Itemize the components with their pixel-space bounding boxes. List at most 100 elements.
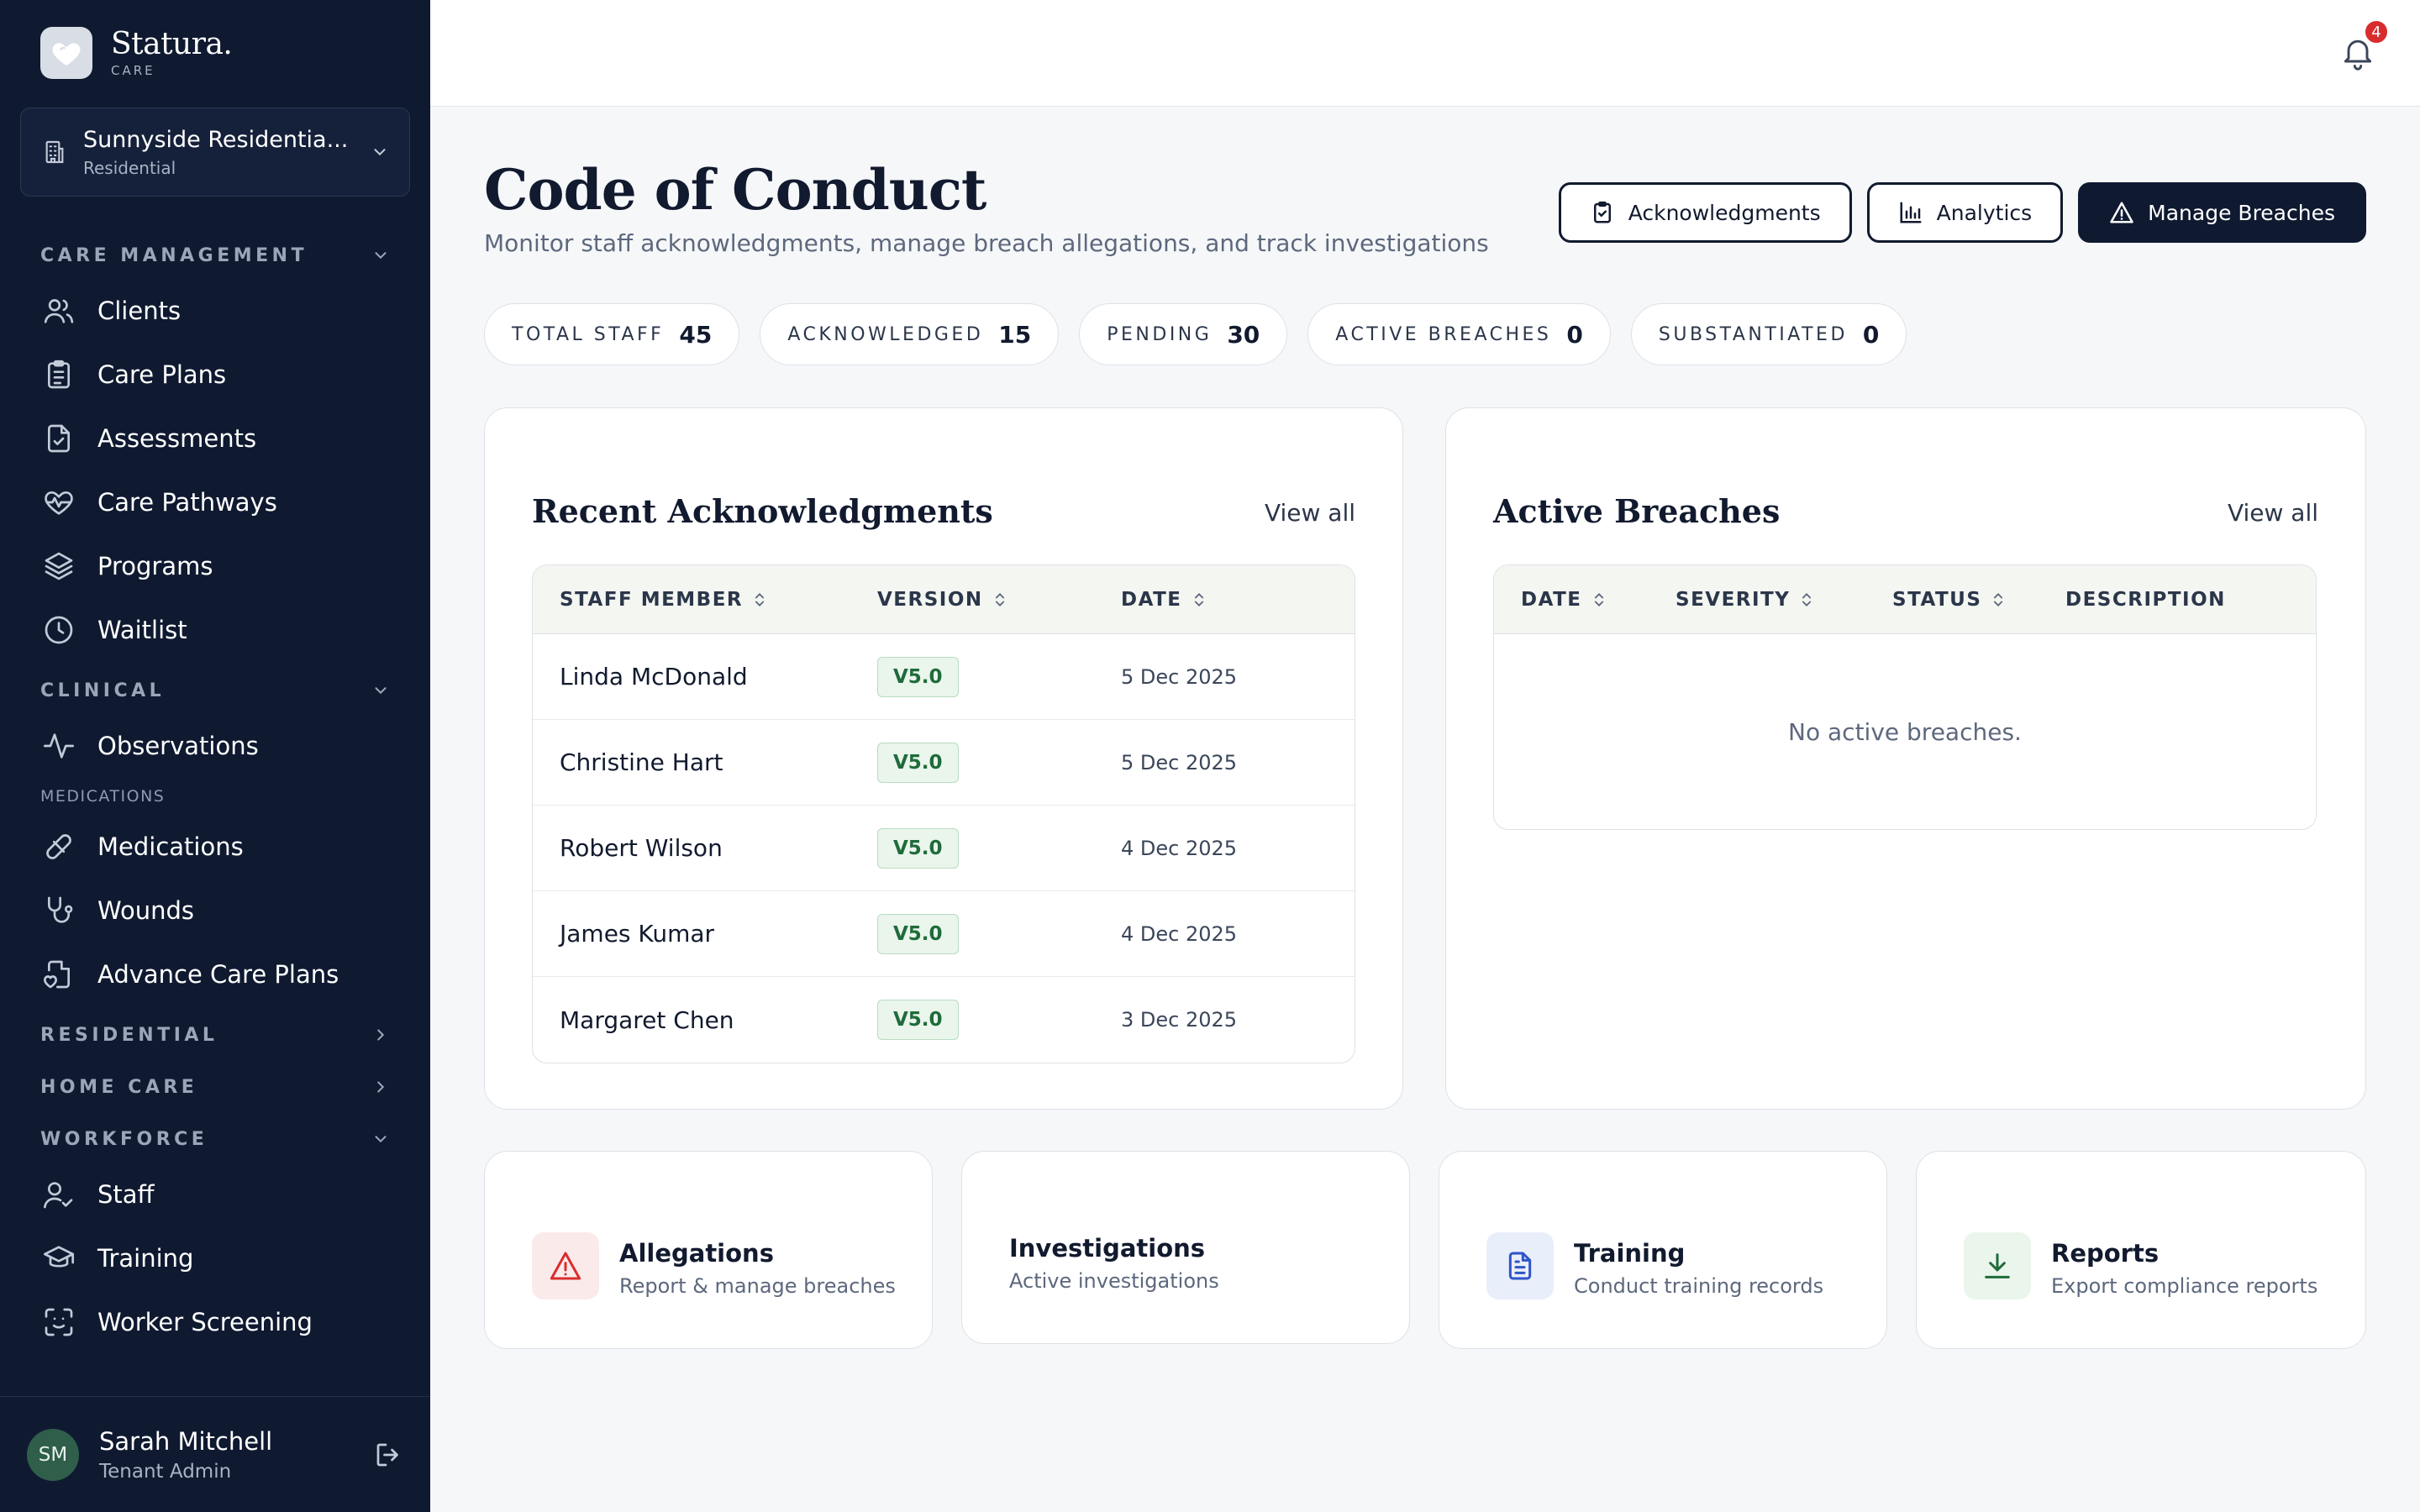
sidebar-item-waitlist[interactable]: Waitlist: [0, 598, 430, 662]
manage-breaches-button[interactable]: Manage Breaches: [2078, 182, 2366, 243]
version-badge: V5.0: [877, 913, 959, 954]
card-title: Recent Acknowledgments: [532, 492, 993, 530]
section-home-care[interactable]: HOME CARE: [0, 1063, 430, 1110]
table-row[interactable]: Linda McDonald V5.0 5 Dec 2025: [533, 634, 1355, 720]
column-date[interactable]: DATE: [1494, 589, 1676, 611]
version-badge: V5.0: [877, 742, 959, 783]
alert-triangle-icon: [2110, 202, 2133, 223]
sidebar: Statura. CARE Sunnyside Residentia... Re…: [0, 0, 430, 1512]
table-header: STAFF MEMBER VERSION DATE: [533, 565, 1355, 634]
top-bar: 4: [430, 0, 2420, 107]
view-all-breaches-link[interactable]: View all: [2228, 499, 2318, 527]
sidebar-nav: CARE MANAGEMENT Clients Care Plans Asses…: [0, 227, 430, 1391]
card-title: Active Breaches: [1493, 492, 1781, 530]
analytics-button[interactable]: Analytics: [1866, 182, 2064, 243]
clipboard-list-icon: [48, 360, 70, 389]
organization-select[interactable]: Sunnyside Residentia... Residential: [20, 108, 410, 197]
chevron-right-icon: [377, 1081, 385, 1093]
quick-card-title: Training: [1574, 1239, 1686, 1268]
brand[interactable]: Statura. CARE: [40, 27, 233, 79]
subsection-medications: MEDICATIONS: [40, 787, 166, 806]
sort-icon: [1994, 592, 2003, 606]
page-subtitle: Monitor staff acknowledgments, manage br…: [484, 229, 1489, 257]
logout-icon[interactable]: [373, 1440, 403, 1470]
bar-chart-icon: [1900, 202, 1922, 223]
acknowledgments-button[interactable]: Acknowledgments: [1558, 182, 1852, 243]
sidebar-item-care-pathways[interactable]: Care Pathways: [0, 470, 430, 534]
avatar: SM: [27, 1428, 79, 1481]
table-row[interactable]: James Kumar V5.0 4 Dec 2025: [533, 891, 1355, 977]
notification-badge: 4: [2363, 18, 2390, 45]
quick-card-subtitle: Report & manage breaches: [619, 1274, 896, 1298]
quick-card-allegations[interactable]: Allegations Report & manage breaches: [484, 1151, 933, 1349]
sort-icon: [755, 592, 765, 606]
download-icon: [1964, 1232, 2031, 1299]
sidebar-item-medications[interactable]: Medications: [0, 815, 430, 879]
recent-acknowledgments-card: Recent Acknowledgments View all STAFF ME…: [484, 407, 1403, 1110]
sidebar-item-worker-screening[interactable]: Worker Screening: [0, 1290, 430, 1354]
pill-icon: [46, 834, 71, 859]
stat-active-breaches: ACTIVE BREACHES 0: [1307, 303, 1611, 365]
column-severity[interactable]: SEVERITY: [1676, 589, 1892, 611]
quick-card-subtitle: Conduct training records: [1574, 1274, 1824, 1298]
active-breaches-card: Active Breaches View all DATE SEVERITY S…: [1445, 407, 2366, 1110]
user-profile[interactable]: SM Sarah Mitchell Tenant Admin: [0, 1396, 430, 1512]
users-icon: [44, 299, 74, 323]
section-residential[interactable]: RESIDENTIAL: [0, 1011, 430, 1058]
organization-name: Sunnyside Residentia...: [83, 126, 349, 153]
sidebar-item-training[interactable]: Training: [0, 1226, 430, 1290]
sort-icon: [995, 592, 1004, 606]
stat-substantiated: SUBSTANTIATED 0: [1630, 303, 1907, 365]
stat-acknowledged: ACKNOWLEDGED 15: [760, 303, 1060, 365]
sort-icon: [1194, 592, 1203, 606]
stat-total-staff: TOTAL STAFF 45: [484, 303, 740, 365]
section-workforce[interactable]: WORKFORCE: [0, 1116, 430, 1163]
organization-type: Residential: [83, 157, 176, 178]
version-badge: V5.0: [877, 1000, 959, 1040]
breaches-table: DATE SEVERITY STATUS DESCRIPTION No acti…: [1493, 564, 2317, 830]
column-version[interactable]: VERSION: [877, 589, 1121, 611]
heart-pulse-icon: [45, 491, 73, 515]
sidebar-item-programs[interactable]: Programs: [0, 534, 430, 598]
graduation-cap-icon: [44, 1246, 74, 1268]
quick-card-title: Reports: [2051, 1239, 2160, 1268]
sidebar-item-care-plans[interactable]: Care Plans: [0, 343, 430, 407]
brand-sub: CARE: [111, 63, 155, 78]
column-status[interactable]: STATUS: [1892, 589, 2065, 611]
version-badge: V5.0: [877, 656, 959, 697]
sidebar-item-assessments[interactable]: Assessments: [0, 407, 430, 470]
file-heart-icon: [44, 960, 70, 989]
table-row[interactable]: Christine Hart V5.0 5 Dec 2025: [533, 720, 1355, 806]
quick-card-title: Investigations: [1009, 1234, 1206, 1263]
sidebar-item-advance-care-plans[interactable]: Advance Care Plans: [0, 942, 430, 1006]
scan-face-icon: [45, 1308, 73, 1336]
chevron-down-icon: [375, 1136, 387, 1143]
sidebar-item-clients[interactable]: Clients: [0, 279, 430, 343]
quick-card-training[interactable]: Training Conduct training records: [1439, 1151, 1887, 1349]
view-all-acknowledgments-link[interactable]: View all: [1265, 499, 1355, 527]
sidebar-item-observations[interactable]: Observations: [0, 714, 430, 778]
section-care-management[interactable]: CARE MANAGEMENT: [0, 232, 430, 279]
sort-icon: [1802, 592, 1812, 606]
quick-card-investigations[interactable]: Investigations Active investigations: [961, 1151, 1410, 1344]
quick-card-title: Allegations: [619, 1239, 774, 1268]
sidebar-item-staff[interactable]: Staff: [0, 1163, 430, 1226]
sidebar-item-wounds[interactable]: Wounds: [0, 879, 430, 942]
layers-icon: [45, 552, 73, 580]
section-clinical[interactable]: CLINICAL: [0, 667, 430, 714]
heart-logo-icon: [40, 27, 92, 79]
version-badge: V5.0: [877, 827, 959, 869]
table-row[interactable]: Margaret Chen V5.0 3 Dec 2025: [533, 977, 1355, 1063]
activity-icon: [44, 733, 74, 759]
quick-card-subtitle: Active investigations: [1009, 1269, 1219, 1293]
brand-name: Statura.: [111, 27, 233, 61]
table-header: DATE SEVERITY STATUS DESCRIPTION: [1494, 565, 2316, 634]
column-date[interactable]: DATE: [1121, 589, 1207, 611]
user-name: Sarah Mitchell: [99, 1426, 273, 1456]
column-description: DESCRIPTION: [2065, 588, 2226, 611]
table-row[interactable]: Robert Wilson V5.0 4 Dec 2025: [533, 806, 1355, 891]
acknowledgments-table: STAFF MEMBER VERSION DATE Linda McDonald…: [532, 564, 1355, 1063]
column-staff-member[interactable]: STAFF MEMBER: [533, 589, 877, 611]
page-title: Code of Conduct: [484, 157, 986, 223]
quick-card-reports[interactable]: Reports Export compliance reports: [1916, 1151, 2366, 1349]
